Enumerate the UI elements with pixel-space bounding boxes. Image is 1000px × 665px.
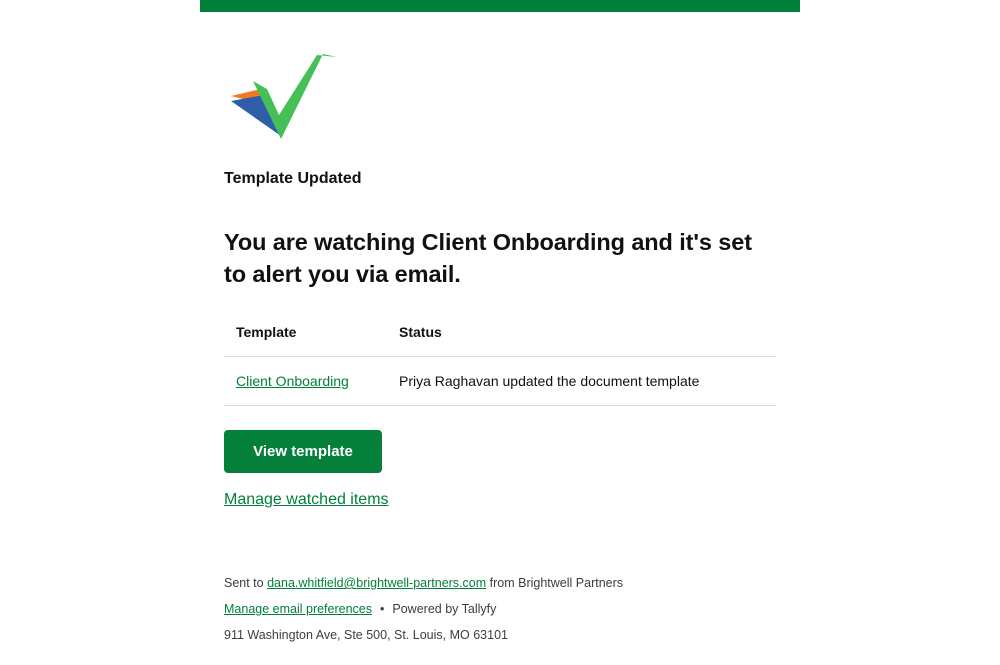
- column-header-template: Template: [224, 308, 387, 357]
- table-row: Client Onboarding Priya Raghavan updated…: [224, 356, 776, 406]
- template-cell: Client Onboarding: [224, 356, 387, 406]
- manage-email-preferences-link[interactable]: Manage email preferences: [224, 602, 372, 616]
- view-template-button[interactable]: View template: [224, 430, 382, 473]
- checkmark-logo-icon: [231, 54, 337, 139]
- powered-by-text: Powered by Tallyfy: [392, 602, 497, 616]
- footer: Sent to dana.whitfield@brightwell-partne…: [224, 570, 623, 648]
- email-container: Template Updated You are watching Client…: [200, 0, 800, 665]
- footer-sent-to-line: Sent to dana.whitfield@brightwell-partne…: [224, 570, 623, 596]
- column-header-status: Status: [387, 308, 776, 357]
- table-header-row: Template Status: [224, 308, 776, 357]
- bullet-separator: •: [380, 602, 385, 616]
- notification-type-title: Template Updated: [224, 170, 362, 187]
- recipient-email-link[interactable]: dana.whitfield@brightwell-partners.com: [267, 576, 486, 590]
- manage-watched-items-link[interactable]: Manage watched items: [224, 491, 389, 509]
- brand-top-bar: [200, 0, 800, 12]
- footer-preferences-line: Manage email preferences • Powered by Tall…: [224, 596, 623, 622]
- template-link[interactable]: Client Onboarding: [236, 373, 349, 389]
- updates-table: Template Status Client Onboarding Priya …: [224, 308, 776, 406]
- status-cell: Priya Raghavan updated the document temp…: [387, 356, 776, 406]
- sender-text: from Brightwell Partners: [489, 576, 624, 590]
- sent-to-prefix: Sent to: [224, 576, 264, 590]
- headline: You are watching Client Onboarding and i…: [224, 229, 752, 287]
- footer-address: 911 Washington Ave, Ste 500, St. Louis, …: [224, 628, 508, 642]
